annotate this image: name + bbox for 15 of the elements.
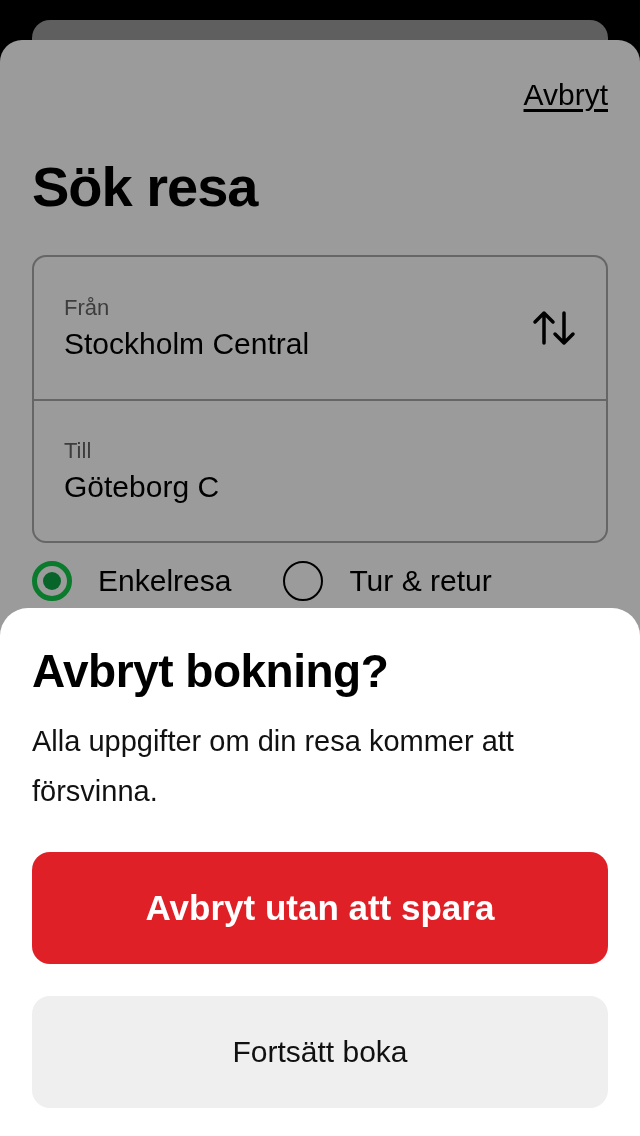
- dialog-title: Avbryt bokning?: [32, 644, 390, 698]
- from-label: Från: [64, 295, 111, 321]
- to-field[interactable]: Göteborg C: [64, 470, 220, 504]
- cancel-booking-button[interactable]: Avbryt utan att spara: [32, 852, 608, 964]
- cancel-link[interactable]: Avbryt: [523, 78, 608, 112]
- to-label: Till: [64, 438, 93, 464]
- swap-icon[interactable]: [532, 309, 576, 347]
- radio-button[interactable]: [283, 561, 324, 601]
- radio-label: Tur & retur: [349, 564, 492, 598]
- radio-button[interactable]: [32, 561, 72, 601]
- page-title: Sök resa: [32, 154, 260, 219]
- radio-label: Enkelresa: [98, 564, 232, 598]
- from-field[interactable]: Stockholm Central: [64, 327, 310, 361]
- continue-button[interactable]: Fortsätt boka: [32, 996, 608, 1108]
- dialog-message: Alla uppgifter om din resa kommer att försvinna.: [32, 724, 515, 809]
